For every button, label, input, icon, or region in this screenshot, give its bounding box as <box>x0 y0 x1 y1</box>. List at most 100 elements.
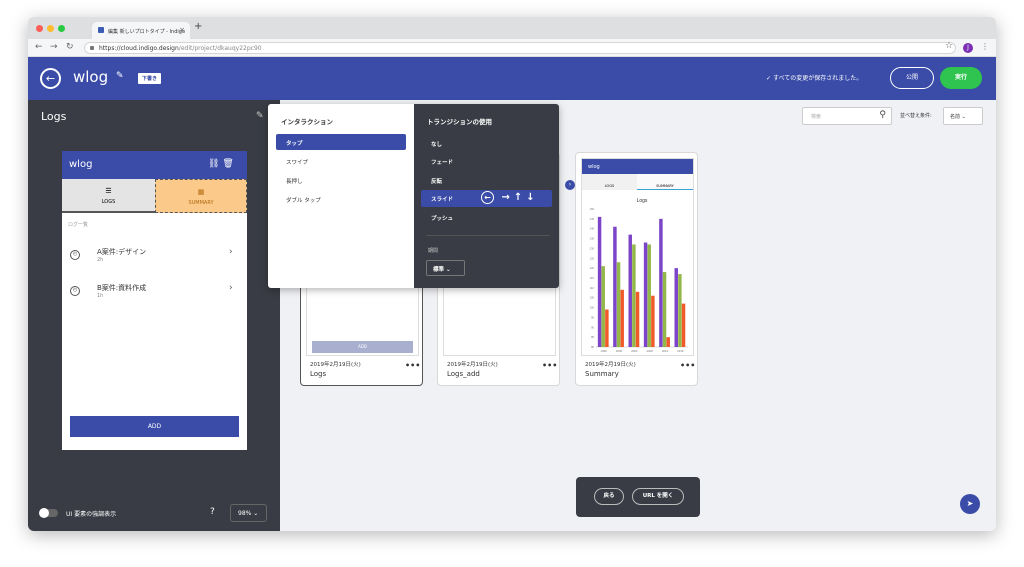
arrow-down-icon[interactable]: ↓ <box>526 192 538 203</box>
list-item[interactable]: ◴ A案件:デザイン 2h › <box>62 246 247 272</box>
y-tick-label: 150 <box>590 207 595 211</box>
clock-icon: ◴ <box>70 250 80 260</box>
list-item[interactable]: ◴ B案件:資料作成 1h › <box>62 282 247 308</box>
interaction-panel: インタラクション タップ スワイプ 長押し ダブル タップ <box>268 104 414 288</box>
open-url-button[interactable]: URL を開く <box>632 488 684 505</box>
sort-label: 並べ替え条件: <box>900 113 932 119</box>
app-header: ← wlog ✎ 下書き ✓ すべての変更が保存されました。 公開 実行 <box>28 57 996 100</box>
zoom-value: 98% <box>238 510 252 517</box>
y-tick-label: 80 <box>591 345 594 349</box>
bar <box>616 262 621 347</box>
list-item-sub: 1h <box>97 293 104 299</box>
back-action-button[interactable]: 戻る <box>594 488 624 505</box>
transition-title: トランジションの使用 <box>427 118 492 126</box>
maximize-window-button[interactable] <box>58 25 65 32</box>
card-name: Summary <box>585 370 619 378</box>
transition-push[interactable]: プッシュ <box>421 209 552 226</box>
transition-none[interactable]: なし <box>421 135 552 152</box>
interaction-long-press[interactable]: 長押し <box>276 172 406 188</box>
duration-select[interactable]: 標準 ⌄ <box>426 260 465 276</box>
search-input[interactable]: 検索 ⚲ <box>802 107 892 125</box>
duration-label: 期間 <box>428 248 439 254</box>
arrow-right-icon[interactable]: → <box>501 192 513 203</box>
publish-button[interactable]: 公開 <box>890 67 934 89</box>
phone-tab-summary[interactable]: ▦ SUMMARY <box>155 179 247 213</box>
minimize-window-button[interactable] <box>47 25 54 32</box>
card-date: 2019年2月19日(火) <box>447 362 498 368</box>
action-bar: 戻る URL を開く <box>576 477 700 517</box>
search-icon[interactable]: ⚲ <box>879 110 886 120</box>
y-tick-label: 145 <box>590 217 595 221</box>
saved-status: ✓ すべての変更が保存されました。 <box>766 73 862 82</box>
transition-slide[interactable]: スライド ← →↑↓ <box>421 190 552 207</box>
url-path: /edit/project/dkauqy22pc90 <box>178 45 262 52</box>
more-options-icon[interactable]: ••• <box>542 361 557 370</box>
bar <box>659 218 663 347</box>
browser-window: 編集 新しいプロトタイプ - Indigo × + ← → ↻ https://… <box>28 17 996 531</box>
indigo-favicon-icon <box>98 27 104 33</box>
profile-avatar[interactable]: J <box>963 43 973 53</box>
chevron-right-icon: › <box>229 283 233 293</box>
thumb-add-button: ADD <box>312 341 413 353</box>
interaction-popup: インタラクション タップ スワイプ 長押し ダブル タップ トランジションの使用… <box>268 104 559 288</box>
interaction-tap[interactable]: タップ <box>276 134 406 150</box>
run-button[interactable]: 実行 <box>940 67 982 89</box>
y-tick-label: 125 <box>590 256 595 260</box>
back-circle-icon[interactable]: ← <box>40 68 61 89</box>
add-button[interactable]: ADD <box>70 416 239 437</box>
edit-pencil-icon[interactable]: ✎ <box>116 71 124 81</box>
y-tick-label: 110 <box>590 286 595 290</box>
y-tick-label: 100 <box>590 306 595 310</box>
link-icon[interactable]: ⛓ <box>208 159 219 169</box>
y-tick-label: 115 <box>590 276 595 280</box>
sort-select[interactable]: 名前 ⌄ <box>943 107 983 125</box>
trash-icon[interactable]: 🗑 <box>222 159 233 169</box>
screen-editor-sidebar: Logs ✎ wlog ⛓ 🗑 ☰ LOGS ▦ SUMMARY ログ一覧 ◴ … <box>28 100 280 531</box>
bookmark-star-icon[interactable]: ☆ <box>945 41 953 51</box>
list-item-title: B案件:資料作成 <box>97 284 147 292</box>
lock-icon <box>90 46 94 50</box>
transition-panel: トランジションの使用 なし フェード 反転 スライド ← →↑↓ プッシュ 期間… <box>414 104 559 288</box>
more-options-icon[interactable]: ••• <box>680 361 695 370</box>
chevron-down-icon: ⌄ <box>253 510 259 517</box>
connection-handle-icon[interactable]: › <box>565 180 575 190</box>
y-tick-label: 105 <box>590 296 595 300</box>
zoom-select[interactable]: 98% ⌄ <box>230 504 267 522</box>
transition-flip[interactable]: 反転 <box>421 172 552 189</box>
project-title: wlog <box>73 68 109 86</box>
interaction-swipe[interactable]: スワイプ <box>276 153 406 169</box>
bar <box>597 216 602 347</box>
bar <box>635 291 640 347</box>
summary-bar-chart: Logs 80 85 90 95 100 105 110 115 120 125 130 135 140 1… <box>590 198 688 353</box>
back-arrow-icon[interactable]: ← <box>35 42 43 52</box>
highlight-toggle[interactable] <box>39 508 58 518</box>
browser-tab[interactable]: 編集 新しいプロトタイプ - Indigo × <box>92 22 190 39</box>
forward-arrow-icon[interactable]: → <box>50 42 58 52</box>
transition-fade[interactable]: フェード <box>421 153 552 170</box>
send-feedback-icon[interactable]: ➤ <box>960 494 980 514</box>
reload-icon[interactable]: ↻ <box>66 42 74 52</box>
interaction-double-tap[interactable]: ダブル タップ <box>276 191 406 207</box>
y-tick-label: 140 <box>590 227 595 231</box>
x-tick-label: 1996 <box>601 349 608 353</box>
rename-pencil-icon[interactable]: ✎ <box>256 111 264 121</box>
url-field[interactable]: https://cloud.indigo.design/edit/project… <box>84 42 956 54</box>
close-window-button[interactable] <box>36 25 43 32</box>
draft-badge: 下書き <box>138 73 162 84</box>
browser-menu-icon[interactable]: ⋮ <box>981 42 989 51</box>
tab-close-icon[interactable]: × <box>179 26 185 34</box>
card-date: 2019年2月19日(火) <box>585 362 636 368</box>
x-tick-label: 2012 <box>662 349 669 353</box>
sidebar-footer: UI 要素の強調表示 ? 98% ⌄ <box>28 498 280 531</box>
phone-tab-logs[interactable]: ☰ LOGS <box>62 179 155 213</box>
y-tick-label: 120 <box>590 266 595 270</box>
arrow-up-icon[interactable]: ↑ <box>514 192 526 203</box>
help-icon[interactable]: ? <box>210 507 215 517</box>
chart-title: Logs <box>637 198 648 204</box>
new-tab-button[interactable]: + <box>194 21 202 32</box>
screen-card-summary[interactable]: wlog LOGS SUMMARY Logs 80 85 90 95 100 105 110 1… <box>575 152 698 386</box>
bar <box>605 309 609 347</box>
arrow-left-icon[interactable]: ← <box>481 191 494 204</box>
bar <box>651 295 655 347</box>
more-options-icon[interactable]: ••• <box>405 361 420 370</box>
